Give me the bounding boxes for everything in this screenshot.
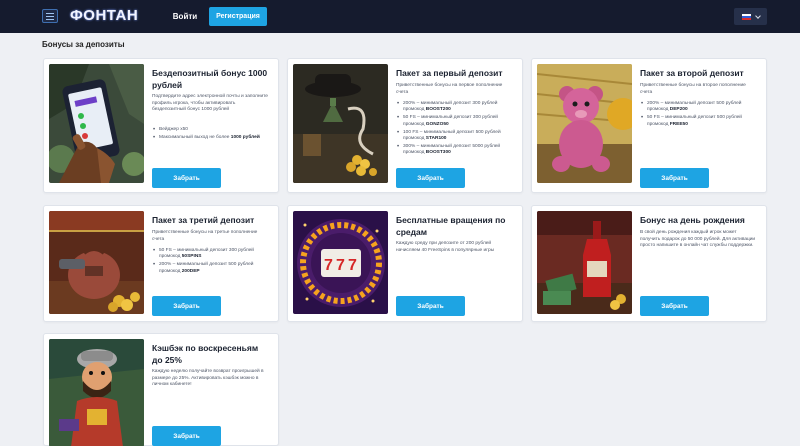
bonus-conditions-list: 200% – минимальный депозит 500 рублей пр… — [640, 101, 758, 130]
svg-text:7: 7 — [324, 257, 333, 274]
wine-bottle-image — [537, 211, 632, 314]
site-logo[interactable]: ФОНТАН — [70, 7, 138, 24]
list-item: 50 FS – минимальный депозит 500 рублей п… — [640, 115, 758, 127]
card-title: Бесплатные вращения по средам — [396, 215, 506, 237]
list-item: Максимальный выход не более 1000 рублей — [152, 135, 270, 141]
card-title: Бонус на день рождения — [640, 215, 745, 225]
card-title: Пакет за третий депозит — [152, 215, 255, 225]
bonus-card-first-deposit: Пакет за первый депозит Приветственные б… — [287, 58, 523, 193]
bonus-card-third-deposit: Пакет за третий депозит Приветственные б… — [43, 205, 279, 322]
language-selector[interactable] — [734, 8, 767, 25]
list-item: Вейджер x50 — [152, 127, 270, 133]
card-title: Бездепозитный бонус 1000 рублей — [152, 68, 268, 90]
pink-bear-image — [537, 64, 632, 183]
page-title: Бонусы за депозиты — [42, 40, 125, 49]
claim-button[interactable]: Забрать — [396, 296, 465, 316]
top-header: ФОНТАН Войти Регистрация — [0, 0, 800, 33]
bonus-conditions-list: Вейджер x50 Максимальный выход не более … — [152, 127, 270, 143]
slot-777-image: 7 7 7 — [293, 211, 388, 314]
list-item: 50 FS – минимальный депозит 300 рублей п… — [152, 248, 270, 260]
phone-hand-image — [49, 64, 144, 183]
svg-text:7: 7 — [336, 257, 345, 274]
claim-button[interactable]: Забрать — [152, 426, 221, 446]
bonus-card-second-deposit: Пакет за второй депозит Приветственные б… — [531, 58, 767, 193]
card-description: Каждую неделю получайте возврат проигрыш… — [152, 369, 264, 387]
chevron-down-icon — [754, 12, 761, 19]
card-description: Каждую среду при депозите от 200 рублей … — [396, 241, 495, 253]
card-title: Пакет за первый депозит — [396, 68, 503, 78]
bonus-card-sunday-cashback: Кэшбэк по воскресеньям до 25% Каждую нед… — [43, 333, 279, 446]
list-item: 200% – минимальный депозит 500 рублей пр… — [152, 262, 270, 274]
list-item: 200% – минимальный депозит 500 рублей пр… — [640, 101, 758, 113]
list-item: 100 FS – минимальный депозит 500 рублей … — [396, 130, 514, 142]
bonus-card-wednesday-spins: 7 7 7 Бесплатные вращения по средам Кажд… — [287, 205, 523, 322]
russian-flag-icon — [741, 13, 751, 20]
money-bag-image — [49, 211, 144, 314]
card-description: Приветственные бонусы на второе пополнен… — [640, 83, 746, 95]
card-title: Пакет за второй депозит — [640, 68, 744, 78]
bonus-card-no-deposit: Бездепозитный бонус 1000 рублей Подтверд… — [43, 58, 279, 193]
list-item: 50 FS – минимальный депозит 300 рублей п… — [396, 115, 514, 127]
claim-button[interactable]: Забрать — [152, 168, 221, 188]
claim-button[interactable]: Забрать — [640, 168, 709, 188]
card-description: Приветственные бонусы на третье пополнен… — [152, 230, 258, 242]
card-title: Кэшбэк по воскресеньям до 25% — [152, 343, 259, 365]
register-button[interactable]: Регистрация — [209, 7, 267, 26]
card-description: Подтвердите адрес электронной почты и за… — [152, 94, 268, 112]
card-description: В свой день рождения каждый игрок может … — [640, 230, 756, 248]
treasure-table-image — [293, 64, 388, 183]
bonus-conditions-list: 50 FS – минимальный депозит 300 рублей п… — [152, 248, 270, 277]
claim-button[interactable]: Забрать — [640, 296, 709, 316]
card-description: Приветственные бонусы на первое пополнен… — [396, 83, 503, 95]
bonus-conditions-list: 200% – минимальный депозит 300 рублей пр… — [396, 101, 514, 159]
hamburger-menu-icon[interactable] — [42, 9, 58, 23]
claim-button[interactable]: Забрать — [152, 296, 221, 316]
gonzo-character-image — [49, 339, 144, 446]
login-button[interactable]: Войти — [168, 8, 202, 25]
list-item: 200% – минимальный депозит 300 рублей пр… — [396, 101, 514, 113]
svg-text:7: 7 — [348, 257, 357, 274]
bonus-card-birthday: Бонус на день рождения В свой день рожде… — [531, 205, 767, 322]
list-item: 300% – минимальный депозит 5000 рублей п… — [396, 144, 514, 156]
claim-button[interactable]: Забрать — [396, 168, 465, 188]
